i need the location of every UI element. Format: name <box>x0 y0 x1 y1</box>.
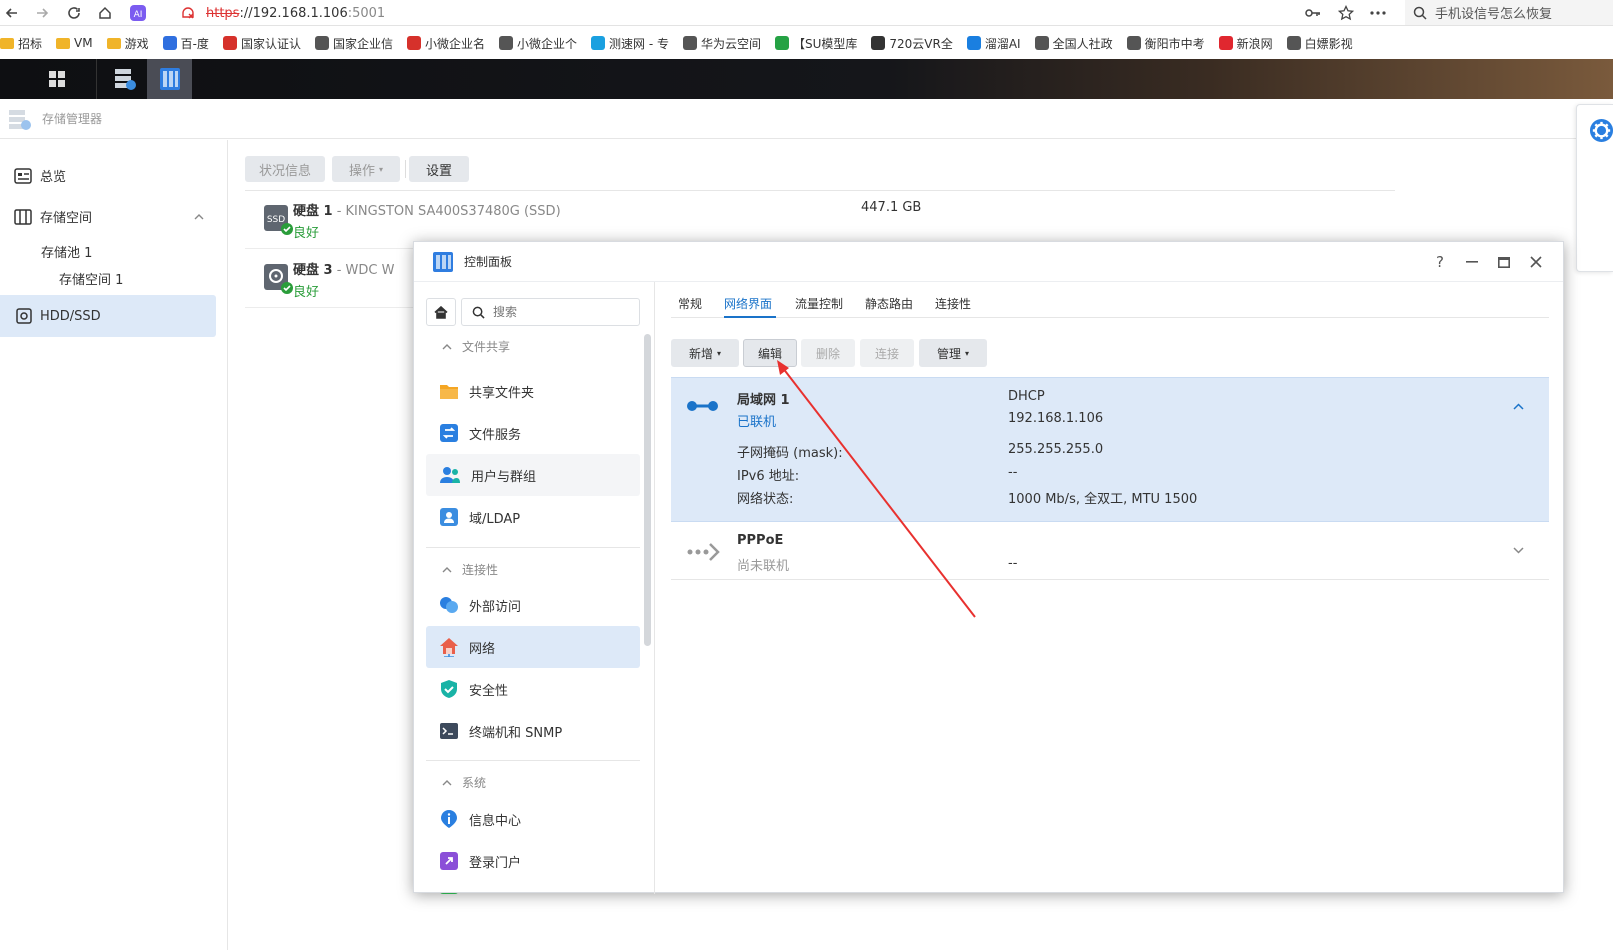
annotation-arrow <box>777 360 976 618</box>
